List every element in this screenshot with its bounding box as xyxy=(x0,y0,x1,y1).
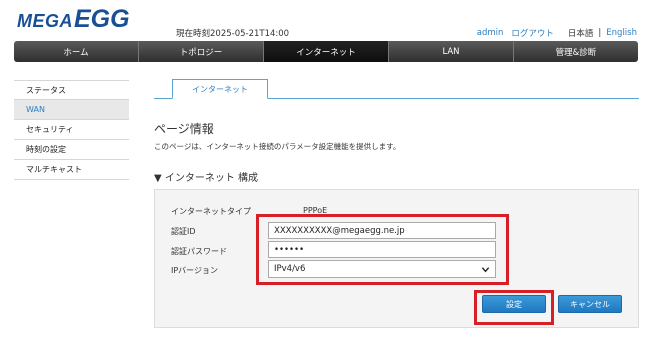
current-time: 現在時刻2025-05-21T14:00 xyxy=(176,29,290,39)
auth-id-label: 認証ID xyxy=(171,227,196,236)
nav-lan[interactable]: LAN xyxy=(389,41,514,62)
sidebar-item-multicast[interactable]: マルチキャスト xyxy=(14,160,129,180)
logout-link[interactable]: ログアウト xyxy=(511,27,554,39)
section-title[interactable]: ▼ インターネット 構成 xyxy=(154,169,258,184)
logo-mega-text: MEGA xyxy=(17,11,73,31)
cancel-button[interactable]: キャンセル xyxy=(558,295,622,313)
sidebar-item-time-settings[interactable]: 時刻の設定 xyxy=(14,140,129,160)
nav-topology[interactable]: トポロジー xyxy=(139,41,264,62)
page-description: このページは、インターネット接続のパラメータ設定機能を提供します。 xyxy=(154,142,401,151)
ip-version-label: IPバージョン xyxy=(171,266,219,275)
admin-link[interactable]: admin xyxy=(477,28,504,38)
nav-management-diagnostics[interactable]: 管理&診断 xyxy=(514,41,638,62)
sidebar-item-security[interactable]: セキュリティ xyxy=(14,120,129,140)
page-title: ページ情報 xyxy=(154,122,214,136)
sidebar: ステータス WAN セキュリティ 時刻の設定 マルチキャスト xyxy=(14,80,129,180)
nav-home[interactable]: ホーム xyxy=(14,41,139,62)
sidebar-item-wan[interactable]: WAN xyxy=(14,100,129,120)
lang-english-link[interactable]: English xyxy=(606,28,637,38)
megaegg-logo: MEGA EGG xyxy=(17,5,130,33)
sidebar-item-status[interactable]: ステータス xyxy=(14,80,129,100)
lang-japanese[interactable]: 日本語 xyxy=(568,27,594,39)
auth-password-label: 認証パスワード xyxy=(171,247,227,256)
nav-internet[interactable]: インターネット xyxy=(264,41,389,62)
set-button[interactable]: 設定 xyxy=(482,295,546,313)
tab-internet[interactable]: インターネット xyxy=(172,79,268,99)
main-nav: ホーム トポロジー インターネット LAN 管理&診断 xyxy=(14,41,638,62)
highlight-box-form-fields xyxy=(256,214,509,285)
top-links: admin ログアウト 日本語 | English xyxy=(477,27,637,39)
internet-type-label: インターネットタイプ xyxy=(171,207,251,216)
lang-separator: | xyxy=(598,28,602,38)
logo-egg-text: EGG xyxy=(74,5,130,33)
